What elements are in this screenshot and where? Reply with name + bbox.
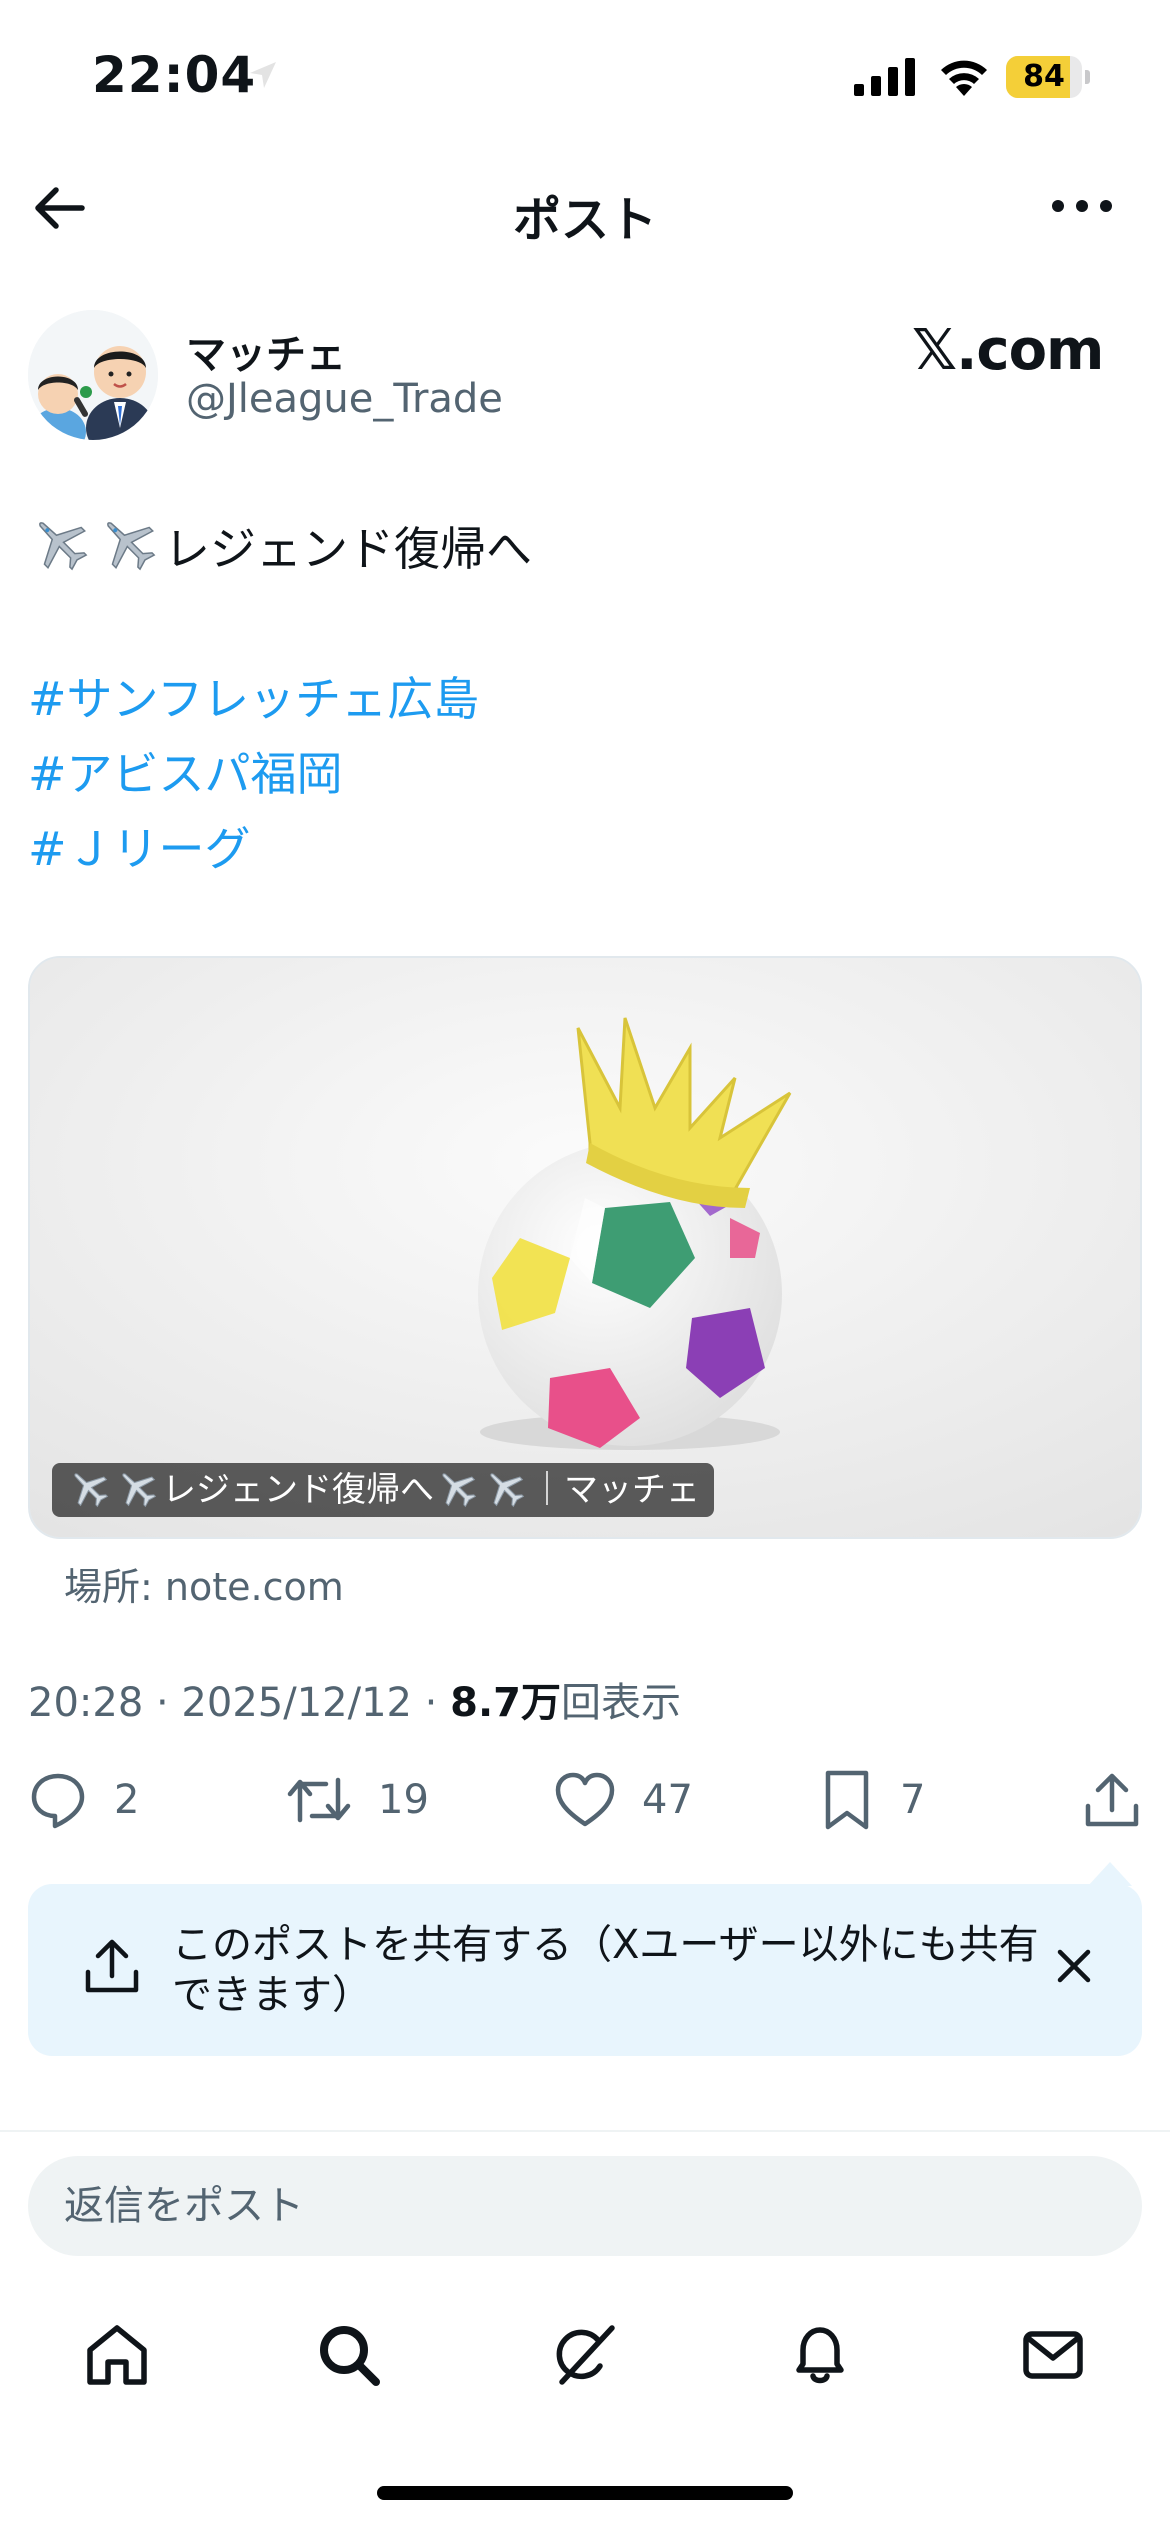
airplane-icon — [74, 1473, 109, 1508]
post-meta: 20:28 · 2025/12/12 · 8.7万回表示 — [28, 1670, 681, 1728]
x-com-logo: 𝕏.com — [912, 318, 1104, 383]
search-icon — [320, 2326, 380, 2386]
share-banner-pointer — [1088, 1862, 1132, 1886]
close-icon[interactable] — [1054, 1946, 1094, 1986]
share-button[interactable] — [1082, 1760, 1142, 1840]
avatar[interactable] — [28, 310, 158, 440]
view-count: 8.7万 — [450, 1680, 561, 1726]
card-caption: レジェンド復帰へ ｜マッチェ — [52, 1463, 714, 1517]
home-indicator[interactable] — [377, 2486, 793, 2500]
airplane-icon — [122, 1473, 157, 1508]
tab-home[interactable] — [62, 2300, 172, 2410]
post-actions: 2 19 47 7 — [0, 1760, 1170, 1840]
tab-messages[interactable] — [998, 2300, 1108, 2410]
location-arrow-icon — [250, 62, 276, 88]
post-timestamp[interactable]: 20:28 · 2025/12/12 · — [28, 1680, 450, 1726]
like-button[interactable]: 47 — [554, 1760, 693, 1840]
battery-level: 84 — [1023, 59, 1065, 94]
reply-box[interactable] — [28, 2156, 1142, 2256]
share-banner[interactable]: このポストを共有する（Xユーザー以外にも共有できます） — [28, 1884, 1142, 2056]
tab-grok[interactable] — [530, 2300, 640, 2410]
hashtag-link[interactable]: #アビスパ福岡 — [28, 737, 532, 812]
bookmark-count: 7 — [900, 1777, 926, 1823]
reply-count: 2 — [114, 1777, 140, 1823]
card-caption-title: レジェンド復帰へ — [162, 1470, 434, 1510]
status-bar: 22:04 84 — [0, 0, 1170, 150]
link-card[interactable]: レジェンド復帰へ ｜マッチェ — [28, 956, 1142, 1539]
tab-notifications[interactable] — [765, 2300, 875, 2410]
card-caption-author: ｜マッチェ — [530, 1470, 700, 1510]
share-icon — [85, 1939, 139, 1993]
bottom-tab-bar — [0, 2300, 1170, 2410]
hashtag-link[interactable]: #サンフレッチェ広島 — [28, 662, 532, 737]
battery-icon: 84 — [1006, 56, 1090, 98]
tab-search[interactable] — [294, 2300, 404, 2410]
wifi-icon — [941, 60, 987, 96]
reply-input[interactable] — [64, 2156, 1104, 2256]
reply-icon — [31, 1773, 85, 1829]
status-time: 22:04 — [92, 46, 257, 104]
bookmark-button[interactable]: 7 — [820, 1760, 925, 1840]
page-title: ポスト — [512, 192, 657, 248]
bookmark-icon — [825, 1770, 869, 1830]
top-nav-bar: ポスト — [0, 150, 1170, 266]
post-text-content: レジェンド復帰へ — [164, 522, 532, 576]
repost-icon — [287, 1777, 351, 1823]
author-handle[interactable]: @Jleague_Trade — [186, 376, 503, 422]
like-count: 47 — [642, 1777, 693, 1823]
airplane-icon — [39, 522, 88, 571]
share-banner-text: このポストを共有する（Xユーザー以外にも共有できます） — [172, 1922, 1039, 2018]
airplane-icon — [107, 522, 156, 571]
hashtag-link[interactable]: #Ｊリーグ — [28, 812, 532, 887]
messages-icon — [1023, 2331, 1083, 2379]
author-name[interactable]: マッチェ — [186, 322, 346, 380]
reply-button[interactable]: 2 — [28, 1760, 139, 1840]
airplane-icon — [490, 1473, 525, 1508]
repost-count: 19 — [378, 1777, 429, 1823]
post-text-line: レジェンド復帰へ — [28, 512, 532, 587]
card-source[interactable]: 場所: note.com — [64, 1556, 344, 1611]
signal-icon — [854, 58, 915, 96]
share-icon — [1085, 1773, 1139, 1827]
repost-button[interactable]: 19 — [286, 1760, 429, 1840]
like-icon — [555, 1772, 615, 1827]
more-icon[interactable] — [1050, 198, 1114, 214]
card-image — [30, 958, 1140, 1537]
grok-icon — [556, 2325, 615, 2385]
divider — [0, 2130, 1170, 2132]
home-icon — [87, 2325, 147, 2385]
airplane-icon — [442, 1473, 477, 1508]
view-label: 回表示 — [560, 1680, 681, 1726]
notifications-icon — [796, 2327, 844, 2384]
post-text: レジェンド復帰へ #サンフレッチェ広島 #アビスパ福岡 #Ｊリーグ — [28, 512, 532, 887]
